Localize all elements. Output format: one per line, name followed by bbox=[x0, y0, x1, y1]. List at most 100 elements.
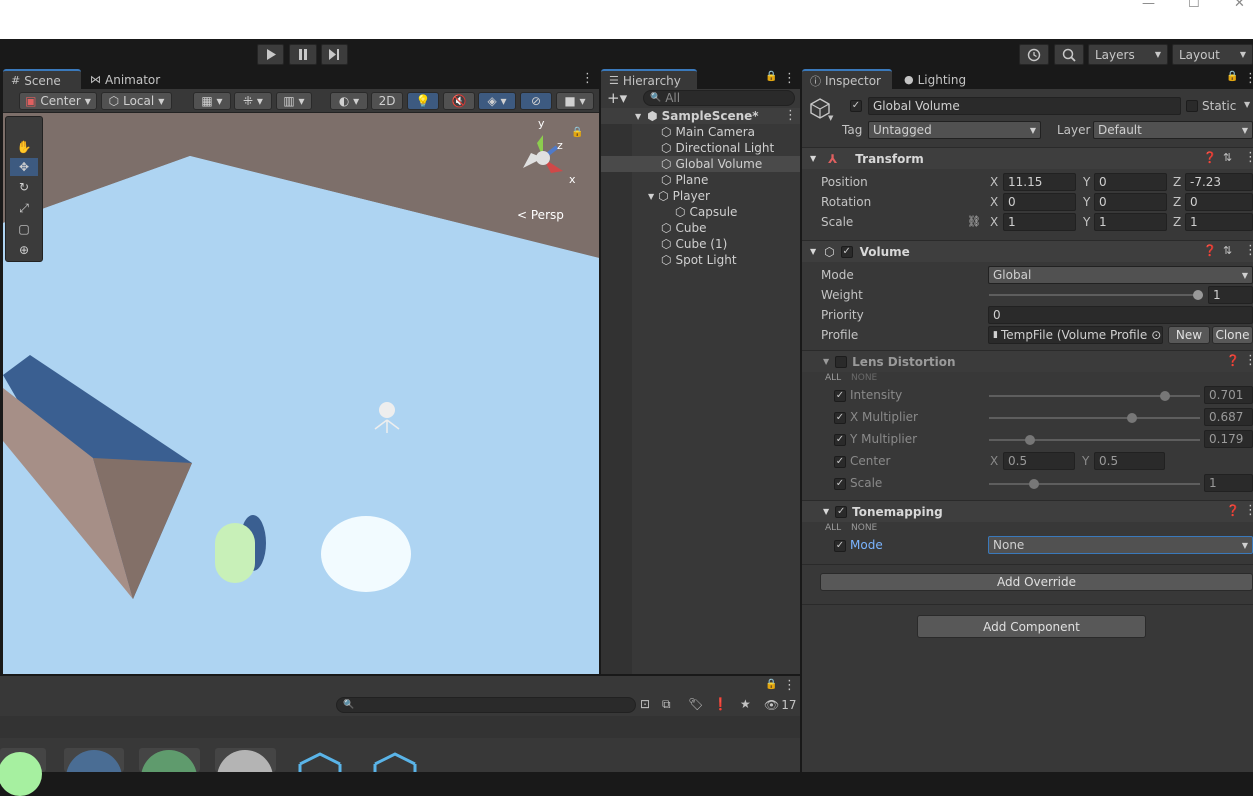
prefab-icon[interactable] bbox=[372, 750, 418, 772]
new-profile-button[interactable]: New bbox=[1168, 326, 1210, 344]
hierarchy-item[interactable]: ⬡ Spot Light bbox=[601, 252, 800, 268]
more-options-icon[interactable]: ⋮ bbox=[783, 71, 796, 86]
play-button[interactable] bbox=[257, 44, 284, 65]
static-checkbox[interactable] bbox=[1186, 100, 1198, 112]
prefab-icon[interactable] bbox=[297, 750, 343, 772]
volume-enabled-checkbox[interactable]: ✓ bbox=[840, 245, 853, 258]
x-multiplier-field[interactable]: 0.687 bbox=[1204, 408, 1253, 426]
maximize-icon[interactable]: ☐ bbox=[1188, 0, 1200, 10]
lock-icon[interactable]: 🔒 bbox=[765, 679, 777, 690]
2d-toggle[interactable]: 2D bbox=[371, 92, 403, 110]
more-options-icon[interactable]: ⋮ bbox=[1244, 353, 1253, 368]
more-options-icon[interactable]: ⋮ bbox=[784, 108, 797, 123]
help-icon[interactable]: ❓ bbox=[1203, 151, 1217, 164]
lock-icon[interactable]: 🔒 bbox=[765, 71, 777, 82]
hidden-objects-toggle[interactable]: ⊘ bbox=[520, 92, 552, 110]
effects-toggle[interactable]: ◈ ▾ bbox=[478, 92, 516, 110]
asset-thumbnail[interactable] bbox=[215, 748, 276, 772]
clone-profile-button[interactable]: Clone bbox=[1212, 326, 1253, 344]
undo-history-button[interactable] bbox=[1019, 44, 1049, 65]
increment-snap-button[interactable]: ▥ ▾ bbox=[276, 92, 312, 110]
pause-button[interactable] bbox=[289, 44, 317, 65]
position-z-field[interactable]: -7.23 bbox=[1185, 173, 1253, 191]
draw-mode-button[interactable]: ◐ ▾ bbox=[330, 92, 368, 110]
close-icon[interactable]: ✕ bbox=[1234, 0, 1245, 10]
lens-all-toggle[interactable]: ALL bbox=[825, 373, 841, 383]
lock-icon[interactable]: 🔒 bbox=[571, 127, 583, 138]
project-search-input[interactable]: 🔍 bbox=[336, 697, 636, 713]
transform-tool-icon[interactable]: ⊕ bbox=[10, 241, 38, 259]
more-options-icon[interactable]: ⋮ bbox=[783, 678, 796, 693]
perspective-toggle[interactable]: < Persp bbox=[517, 208, 564, 222]
hierarchy-item[interactable]: ⬡ Cube (1) bbox=[601, 236, 800, 252]
tab-scene[interactable]: # Scene bbox=[3, 69, 81, 90]
intensity-field[interactable]: 0.701 bbox=[1204, 386, 1253, 404]
y-multiplier-knob[interactable] bbox=[1025, 435, 1035, 445]
camera-dropdown[interactable]: ■ ▾ bbox=[556, 92, 594, 110]
object-name-input[interactable]: Global Volume bbox=[868, 97, 1181, 115]
help-icon[interactable]: ❓ bbox=[1226, 504, 1240, 517]
help-icon[interactable]: ❓ bbox=[1203, 244, 1217, 257]
add-component-button[interactable]: Add Component bbox=[917, 615, 1146, 638]
step-button[interactable] bbox=[321, 44, 348, 65]
more-options-icon[interactable]: ⋮ bbox=[1244, 503, 1253, 518]
hierarchy-item-selected[interactable]: ⬡ Global Volume bbox=[601, 156, 800, 172]
tonemapping-none-toggle[interactable]: NONE bbox=[851, 523, 877, 533]
rotation-y-field[interactable]: 0 bbox=[1094, 193, 1167, 211]
tab-hierarchy[interactable]: ☰ Hierarchy bbox=[601, 69, 697, 90]
layer-dropdown[interactable]: Default ▼ bbox=[1093, 121, 1253, 139]
lens-none-toggle[interactable]: NONE bbox=[851, 373, 877, 383]
move-tool-icon[interactable]: ✥ bbox=[10, 158, 38, 176]
search-button[interactable] bbox=[1054, 44, 1084, 65]
override-checkbox[interactable]: ✓ bbox=[834, 434, 846, 446]
center-y-field[interactable]: 0.5 bbox=[1094, 452, 1165, 470]
layout-dropdown[interactable]: Layout ▼ bbox=[1172, 44, 1253, 65]
override-checkbox[interactable]: ✓ bbox=[834, 390, 846, 402]
y-multiplier-field[interactable]: 0.179 bbox=[1204, 430, 1253, 448]
hidden-packages-toggle[interactable]: 👁 17 bbox=[764, 698, 797, 712]
x-multiplier-knob[interactable] bbox=[1127, 413, 1137, 423]
profile-field[interactable]: ▮ TempFile (Volume Profile ⊙ bbox=[988, 326, 1163, 344]
search-by-type-icon[interactable]: ⊡ bbox=[640, 697, 650, 711]
grid-snap-button[interactable]: ▦ ▾ bbox=[193, 92, 231, 110]
asset-thumbnail[interactable] bbox=[64, 748, 124, 772]
dropdown-arrow-icon[interactable]: ▼ bbox=[1244, 100, 1250, 109]
warning-icon[interactable]: ❗ bbox=[713, 697, 728, 711]
filter-type-icon[interactable]: ⧉ bbox=[662, 697, 671, 712]
weight-field[interactable]: 1 bbox=[1208, 286, 1253, 304]
hierarchy-item[interactable]: ⬡ Directional Light bbox=[601, 140, 800, 156]
position-x-field[interactable]: 11.15 bbox=[1003, 173, 1076, 191]
hierarchy-search-input[interactable]: 🔍 All bbox=[643, 90, 795, 106]
hand-tool-icon[interactable]: ✋ bbox=[10, 138, 38, 156]
more-options-icon[interactable]: ⋮ bbox=[1244, 71, 1253, 86]
center-x-field[interactable]: 0.5 bbox=[1003, 452, 1075, 470]
tab-lighting[interactable]: ● Lighting bbox=[896, 69, 980, 90]
override-checkbox[interactable]: ✓ bbox=[834, 478, 846, 490]
favorite-icon[interactable]: ★ bbox=[740, 697, 751, 711]
lighting-toggle[interactable]: 💡 bbox=[407, 92, 439, 110]
tonemapping-mode-dropdown[interactable]: None ▼ bbox=[988, 536, 1253, 554]
preset-icon[interactable]: ⇅ bbox=[1223, 151, 1232, 164]
add-override-button[interactable]: Add Override bbox=[820, 573, 1253, 591]
override-checkbox[interactable]: ✓ bbox=[834, 456, 846, 468]
dropdown-arrow-icon[interactable]: ▼ bbox=[828, 114, 833, 122]
hierarchy-item[interactable]: ⬡ Plane bbox=[601, 172, 800, 188]
override-checkbox[interactable]: ✓ bbox=[834, 412, 846, 424]
lens-scale-field[interactable]: 1 bbox=[1204, 474, 1253, 492]
tonemapping-all-toggle[interactable]: ALL bbox=[825, 523, 841, 533]
asset-thumbnail[interactable] bbox=[0, 748, 46, 796]
asset-thumbnail[interactable] bbox=[139, 748, 200, 772]
y-multiplier-slider[interactable] bbox=[989, 439, 1200, 441]
audio-toggle[interactable]: 🔇 bbox=[443, 92, 475, 110]
volume-header[interactable]: ▼ ⬡ ✓ Volume bbox=[802, 240, 1253, 262]
lens-enabled-checkbox[interactable] bbox=[835, 355, 848, 368]
constrain-proportions-icon[interactable]: ⛓ bbox=[967, 215, 981, 228]
intensity-slider-knob[interactable] bbox=[1160, 391, 1170, 401]
minimize-icon[interactable]: — bbox=[1142, 0, 1155, 10]
preset-icon[interactable]: ⇅ bbox=[1223, 244, 1232, 257]
lock-icon[interactable]: 🔒 bbox=[1226, 71, 1238, 82]
lens-scale-knob[interactable] bbox=[1029, 479, 1039, 489]
tab-inspector[interactable]: ⓘ Inspector bbox=[802, 69, 892, 90]
x-multiplier-slider[interactable] bbox=[989, 417, 1200, 419]
rect-tool-icon[interactable]: ▢ bbox=[10, 220, 38, 238]
